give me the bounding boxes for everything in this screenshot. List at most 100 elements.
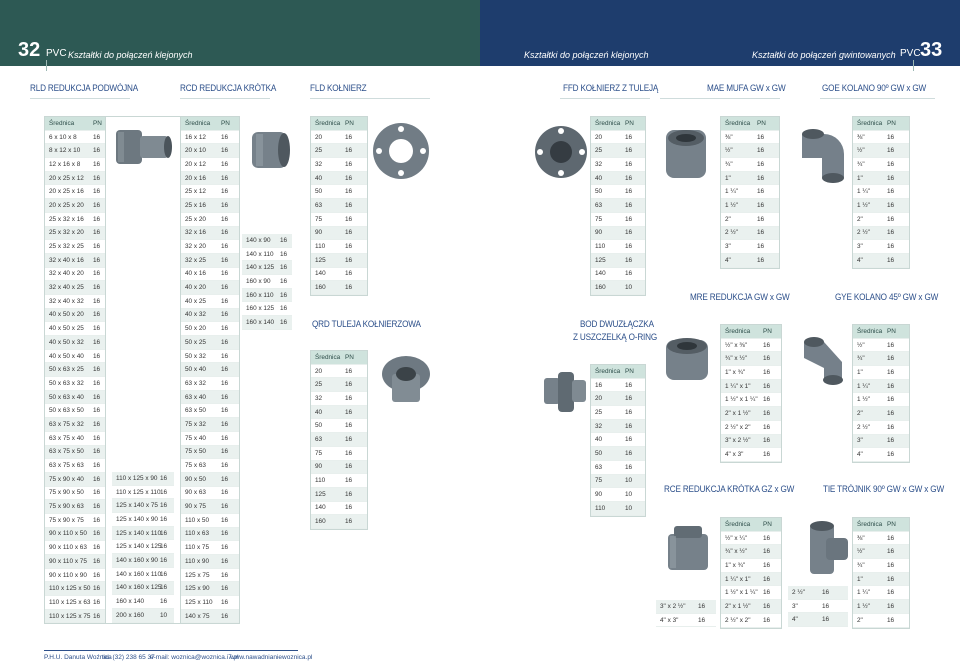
table-row: 125 x 75 16	[181, 569, 239, 583]
diameter-cell: ½" x ⅜"	[725, 341, 747, 349]
pn-cell: 16	[221, 338, 229, 346]
table-row: 75 x 32 16	[181, 418, 239, 432]
pn-cell: 16	[93, 147, 101, 155]
section-title-rce: RCE REDUKCJA KRÓTKA GZ x GW	[664, 484, 795, 495]
table-row: 25 16	[311, 144, 367, 159]
tie-table-continued: 2 ½" 16 3" 16 4" 16	[788, 586, 848, 628]
table-row: 1 ½" 16	[721, 199, 779, 213]
diameter-cell: 4"	[857, 451, 863, 459]
diameter-cell: 110	[315, 477, 326, 485]
pn-cell: 16	[757, 256, 765, 264]
fld-table: Średnica PN 20 16 25 16 32 16 40 16 50 16 63 16 75 16 90…	[310, 116, 368, 296]
pn-cell: 16	[93, 530, 101, 538]
diameter-cell: ¾"	[857, 561, 865, 569]
diameter-cell: 90 x 63	[185, 489, 206, 497]
table-row: 90 x 110 x 50 16	[45, 527, 105, 542]
pn-cell: 10	[160, 611, 168, 619]
diameter-cell: 140 x 125	[246, 264, 275, 272]
diameter-cell: 32 x 25	[185, 256, 206, 264]
pn-cell: 16	[887, 616, 895, 624]
diameter-cell: 90	[315, 229, 323, 237]
table-row: 110 x 125 x 75 16	[45, 609, 105, 624]
footer-email[interactable]: e-mail: woznica@woznica.i7.pl	[150, 654, 239, 661]
rld-table: Średnica PN 6 x 10 x 8 16 8 x 12 x 10 16 12 x …	[44, 116, 106, 625]
pn-cell: 16	[221, 174, 229, 182]
diameter-cell: 40 x 16	[185, 270, 206, 278]
diameter-cell: 2 ½"	[857, 423, 870, 431]
gye-elbow-image	[804, 337, 843, 385]
pn-cell: 16	[625, 229, 633, 237]
table-row: 2" x 1 ½" 16	[721, 407, 781, 421]
diameter-cell: 125 x 110	[185, 598, 213, 606]
pn-cell: 16	[345, 133, 353, 141]
table-row: 63 16	[591, 461, 645, 475]
table-row: 1 ¼" x 1" 16	[721, 572, 781, 587]
diameter-cell: 1 ¼" x 1"	[725, 382, 751, 390]
column-header-pn: PN	[757, 119, 766, 127]
pn-cell: 16	[93, 160, 101, 168]
table-row: 75 10	[591, 474, 645, 489]
rce-table: Średnica PN ½" x ¼" 16 ¾" x ½" 16 1" x ¾" 16 1 ¼…	[720, 517, 782, 629]
rce-table-continued: 3" x 2 ½" 16 4" x 3" 16	[656, 600, 716, 628]
diameter-cell: 2 ½"	[792, 588, 805, 596]
left-pvc-label: PVC	[46, 48, 67, 59]
pn-cell: 16	[221, 160, 229, 168]
pn-cell: 16	[757, 201, 765, 209]
diameter-cell: 50	[315, 188, 323, 196]
pn-cell: 16	[822, 588, 830, 596]
pn-cell: 16	[221, 297, 229, 305]
table-row: 140 x 110 16	[242, 248, 292, 262]
diameter-cell: 63	[315, 201, 323, 209]
pn-cell: 16	[887, 355, 895, 363]
table-row: ½" 16	[853, 545, 909, 560]
pn-cell: 16	[763, 548, 771, 556]
diameter-cell: 75 x 90 x 40	[49, 475, 84, 483]
table-row: 25 x 16 16	[181, 199, 239, 213]
diameter-cell: 40	[595, 436, 603, 444]
pn-cell: 16	[221, 325, 229, 333]
table-row: 40 x 20 16	[181, 281, 239, 295]
diameter-cell: 1 ½"	[857, 396, 870, 404]
table-row: 3" 16	[853, 434, 909, 449]
pn-cell: 16	[280, 236, 288, 244]
table-row: 2" x 1 ½" 16	[721, 600, 781, 614]
table-row: 110 16	[311, 474, 367, 488]
diameter-cell: 20	[595, 133, 603, 141]
table-row: 63 x 50 16	[181, 404, 239, 419]
diameter-cell: 90 x 110 x 75	[49, 557, 87, 565]
diameter-cell: 75 x 50	[185, 448, 206, 456]
pn-cell: 16	[345, 229, 353, 237]
pn-cell: 16	[887, 602, 895, 610]
diameter-cell: ½"	[857, 147, 865, 155]
table-row: 3" 16	[721, 240, 779, 254]
table-row: 4" x 3" 16	[656, 614, 716, 628]
diameter-cell: 20	[595, 395, 603, 403]
left-header-title: Kształtki do połączeń klejonych	[68, 50, 193, 60]
pn-cell: 16	[625, 243, 633, 251]
diameter-cell: 63	[595, 463, 603, 471]
diameter-cell: 50	[315, 422, 323, 430]
pn-cell: 16	[221, 147, 229, 155]
table-row: 20 x 25 x 12 16	[45, 171, 105, 186]
diameter-cell: 50 x 63 x 40	[49, 393, 84, 401]
pn-cell: 16	[345, 449, 353, 457]
diameter-cell: 75	[595, 215, 603, 223]
column-header-diameter: Średnica	[725, 119, 751, 127]
pn-cell: 16	[221, 133, 229, 141]
diameter-cell: ½"	[725, 147, 733, 155]
table-row: ¾" 16	[853, 559, 909, 573]
diameter-cell: 3"	[792, 602, 798, 610]
pn-cell: 16	[822, 616, 830, 624]
table-row: 160 10	[591, 281, 645, 295]
footer-website[interactable]: www.nawadnianiewoznica.pl	[230, 654, 312, 661]
diameter-cell: 125 x 140 x 75	[116, 502, 158, 510]
pn-cell: 16	[887, 548, 895, 556]
table-row: 25 16	[591, 406, 645, 420]
diameter-cell: 20 x 10	[185, 147, 206, 155]
section-title-fld: FLD KOŁNIERZ	[310, 83, 367, 94]
table-header-row: Średnica PN	[311, 117, 367, 131]
diameter-cell: 1 ½" x 1 ¼"	[725, 396, 758, 404]
pn-cell: 16	[93, 462, 101, 470]
diameter-cell: 32 x 16	[185, 229, 206, 237]
table-row: 1 ¼" 16	[853, 379, 909, 394]
